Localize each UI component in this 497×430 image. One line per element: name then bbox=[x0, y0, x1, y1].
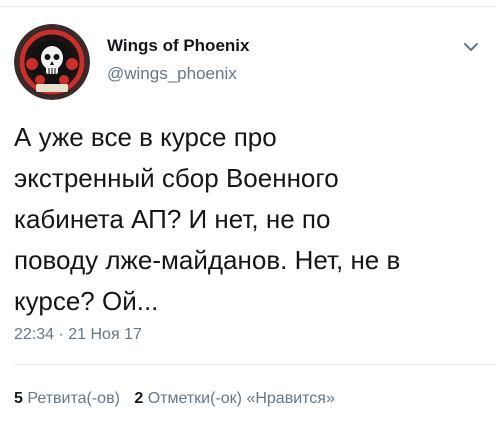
retweets-stat[interactable]: 5 Ретвита(-ов) bbox=[14, 390, 120, 407]
likes-stat[interactable]: 2 Отметки(-ок) «Нравится» bbox=[134, 390, 335, 407]
user-handle[interactable]: @wings_phoenix bbox=[107, 64, 237, 84]
tweet-text-line: поводу лже-майданов. Нет, не в bbox=[14, 245, 401, 275]
stats-divider bbox=[14, 364, 497, 365]
tweet-text-line: кабинета АП? И нет, не по bbox=[14, 204, 331, 234]
tweet-card: Wings of Phoenix @wings_phoenix А уже вс… bbox=[0, 0, 497, 430]
avatar-skull-logo bbox=[14, 24, 90, 100]
retweets-label: Ретвита(-ов) bbox=[27, 390, 120, 407]
avatar[interactable] bbox=[14, 24, 90, 100]
retweets-count: 5 bbox=[14, 390, 23, 407]
likes-count: 2 bbox=[134, 390, 144, 407]
tweet-text: А уже все в курсе про экстренный сбор Во… bbox=[14, 117, 484, 322]
tweet-timestamp[interactable]: 22:34 · 21 Ноя 17 bbox=[14, 326, 142, 344]
top-divider bbox=[0, 6, 497, 7]
tweet-text-line: экстренный сбор Военного bbox=[14, 163, 339, 193]
tweet-text-line: А уже все в курсе про bbox=[14, 122, 277, 152]
display-name[interactable]: Wings of Phoenix bbox=[107, 36, 249, 56]
chevron-down-icon[interactable] bbox=[462, 38, 480, 56]
tweet-text-line: курсе? Ой... bbox=[14, 286, 159, 316]
tweet-stats: 5 Ретвита(-ов) 2 Отметки(-ок) «Нравится» bbox=[14, 390, 345, 408]
likes-label: Отметки(-ок) «Нравится» bbox=[147, 390, 335, 407]
